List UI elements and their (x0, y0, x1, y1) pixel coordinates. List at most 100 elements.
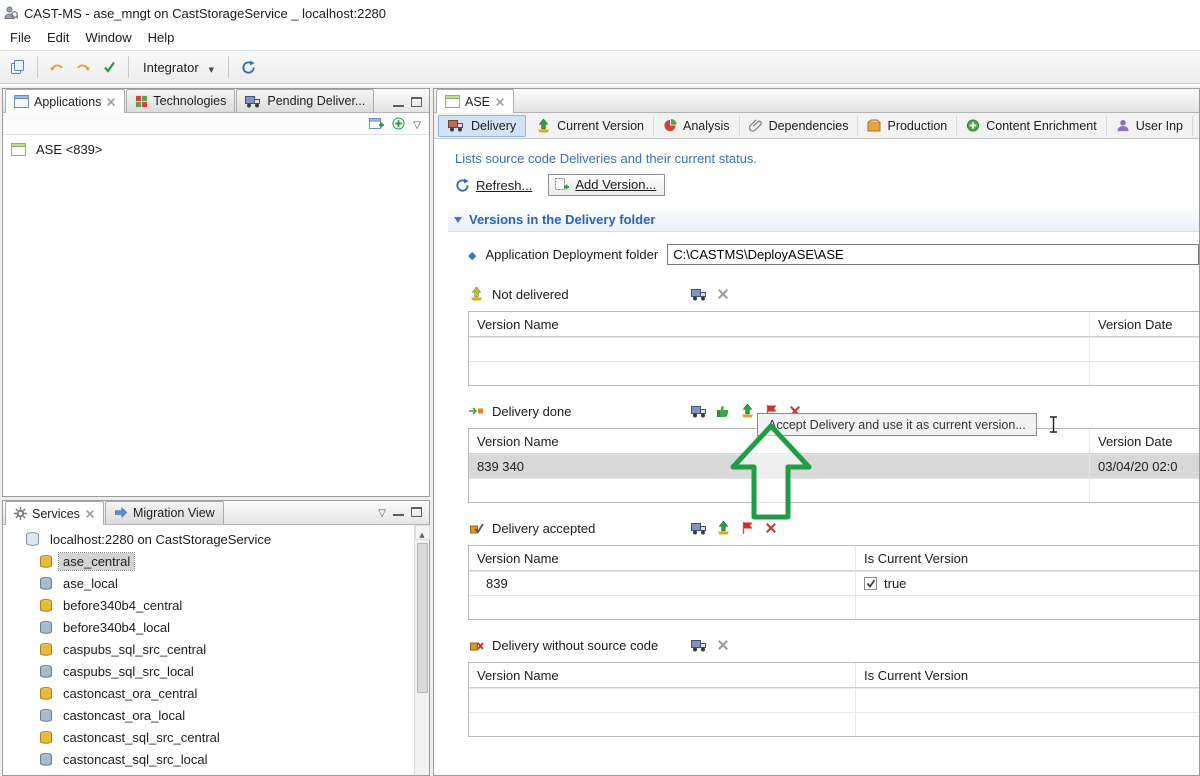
vertical-scrollbar[interactable] (414, 525, 429, 775)
service-item-castoncast-ora-local[interactable]: castoncast_ora_local (3, 704, 414, 726)
view-menu-icon[interactable] (413, 116, 421, 131)
column-header-version-name[interactable]: Version Name (469, 312, 1090, 336)
tab-label: Services (32, 507, 80, 521)
column-header-version-name[interactable]: Version Name (469, 663, 856, 687)
menu-window[interactable]: Window (77, 27, 139, 48)
tooltip-text: Accept Delivery and use it as current ve… (768, 418, 1026, 432)
deliver-version-button[interactable] (690, 520, 708, 537)
new-application-button[interactable] (369, 117, 384, 130)
refresh-button[interactable] (235, 54, 261, 80)
set-current-version-button[interactable] (714, 520, 732, 537)
service-item-ase-central[interactable]: ase_central (3, 550, 414, 572)
database-local-icon (39, 665, 53, 678)
service-item-castoncast-sql-central[interactable]: castoncast_sql_src_central (3, 726, 414, 748)
redo-button[interactable] (70, 54, 96, 80)
group-header: Not delivered (468, 283, 1199, 305)
tab-ase-editor[interactable]: ASE (436, 89, 514, 113)
column-header-is-current[interactable]: Is Current Version (856, 663, 1199, 687)
maximize-icon[interactable] (411, 97, 422, 107)
tab-technologies[interactable]: Technologies (126, 89, 235, 112)
delete-version-button[interactable] (714, 286, 732, 303)
validate-delivery-button[interactable] (714, 403, 732, 420)
applications-tree: ASE <839> (3, 135, 429, 496)
column-header-version-name[interactable]: Version Name (469, 546, 856, 570)
subtab-current-version[interactable]: Current Version (527, 116, 654, 136)
minimize-icon[interactable] (393, 98, 404, 107)
section-versions-header[interactable]: Versions in the Delivery folder (448, 208, 1199, 232)
menu-file[interactable]: File (2, 27, 39, 48)
subtab-user-input[interactable]: User Inp (1107, 116, 1193, 136)
deployment-folder-row: Application Deployment folder (468, 244, 1199, 265)
delete-version-button[interactable] (762, 520, 780, 537)
tab-migration-view[interactable]: Migration View (105, 501, 224, 524)
deliver-version-button[interactable] (690, 403, 708, 420)
menu-edit[interactable]: Edit (39, 27, 77, 48)
group-delivery-without-source: Delivery without source code Version Nam… (468, 634, 1199, 737)
subtab-content-enrichment[interactable]: Content Enrichment (957, 116, 1106, 136)
group-header: Delivery without source code (468, 634, 1199, 656)
tab-label: ASE (465, 95, 490, 109)
subtab-production[interactable]: Production (858, 116, 957, 136)
deliver-version-button[interactable] (690, 637, 708, 654)
library-button[interactable] (5, 54, 31, 80)
close-icon[interactable] (496, 98, 504, 106)
deployment-folder-input[interactable] (667, 244, 1199, 265)
maximize-icon[interactable] (411, 507, 422, 517)
refresh-link[interactable]: Refresh... (455, 178, 532, 193)
database-local-icon (39, 753, 53, 766)
subtab-dependencies[interactable]: Dependencies (740, 116, 859, 136)
close-icon[interactable] (107, 98, 115, 106)
view-menu-icon[interactable] (378, 504, 386, 519)
close-icon[interactable] (86, 510, 94, 518)
reject-delivery-button[interactable] (738, 520, 756, 537)
service-item-ase-local[interactable]: ase_local (3, 572, 414, 594)
undo-button[interactable] (44, 54, 70, 80)
tab-services[interactable]: Services (5, 501, 104, 525)
subtab-analysis[interactable]: Analysis (654, 116, 740, 136)
deployment-folder-label: Application Deployment folder (485, 247, 658, 262)
menu-help[interactable]: Help (140, 27, 183, 48)
service-item-castoncast-ora-central[interactable]: castoncast_ora_central (3, 682, 414, 704)
service-item-before340b4-local[interactable]: before340b4_local (3, 616, 414, 638)
group-toolbar (690, 637, 732, 654)
delete-version-button[interactable] (714, 637, 732, 654)
service-item-caspubs-central[interactable]: caspubs_sql_src_central (3, 638, 414, 660)
tab-pending-deliveries[interactable]: Pending Deliver... (236, 89, 374, 112)
tree-item-label: caspubs_sql_src_central (59, 641, 210, 658)
service-item-before340b4-central[interactable]: before340b4_central (3, 594, 414, 616)
checkbox-checked[interactable] (864, 577, 877, 590)
tab-label: Pending Deliver... (267, 94, 365, 108)
perspective-combo[interactable]: Integrator (135, 57, 222, 78)
truck-icon (448, 119, 465, 132)
confirm-button[interactable] (96, 54, 122, 80)
tree-root-localhost[interactable]: localhost:2280 on CastStorageService (3, 528, 414, 550)
text-cursor-icon (1049, 416, 1058, 433)
tab-applications[interactable]: Applications (5, 89, 125, 113)
refresh-icon (455, 178, 470, 193)
column-header-version-date[interactable]: Version Date (1090, 429, 1199, 453)
app-logo-icon (4, 6, 18, 20)
subtab-label: Production (887, 119, 947, 133)
scrollbar-thumb[interactable] (417, 543, 428, 693)
scroll-up-button[interactable] (415, 525, 430, 540)
subtab-label: Dependencies (769, 119, 849, 133)
minimize-icon[interactable] (393, 507, 404, 516)
service-item-castoncast-sql-local[interactable]: castoncast_sql_src_local (3, 748, 414, 770)
tree-item-ase[interactable]: ASE <839> (3, 138, 429, 160)
applications-local-toolbar (3, 113, 429, 135)
table-row-839-340[interactable]: 839 340 03/04/20 02:0 (469, 454, 1199, 478)
column-header-version-date[interactable]: Version Date (1090, 312, 1199, 336)
table-row-839[interactable]: 839 true (469, 571, 1199, 595)
add-button[interactable] (392, 117, 405, 130)
subtab-label: Content Enrichment (986, 119, 1096, 133)
subtab-label: Current Version (557, 119, 644, 133)
service-item-caspubs-local[interactable]: caspubs_sql_src_local (3, 660, 414, 682)
refresh-icon (241, 60, 256, 75)
accept-delivery-button[interactable] (738, 403, 756, 420)
subtab-delivery[interactable]: Delivery (438, 115, 526, 137)
add-version-button[interactable]: Add Version... (548, 174, 665, 196)
tree-item-label: castoncast_sql_src_central (59, 729, 224, 746)
table-row-empty (469, 337, 1199, 361)
column-header-is-current[interactable]: Is Current Version (856, 546, 1199, 570)
deliver-version-button[interactable] (690, 286, 708, 303)
